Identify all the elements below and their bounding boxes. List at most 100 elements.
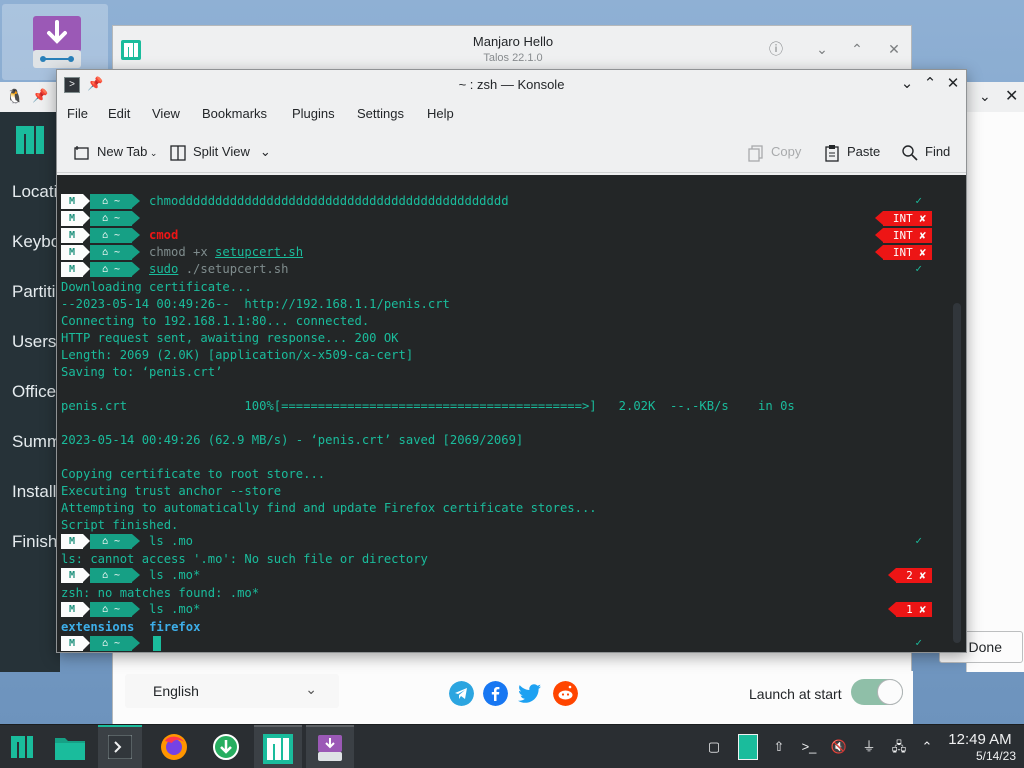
maximize-icon[interactable]: ⌃ [848,40,866,58]
chevron-down-icon: ⌄ [305,681,317,697]
manjaro-prompt-icon: M [61,568,83,583]
manjaro-logo-icon [16,126,44,154]
reddit-icon[interactable] [553,681,578,706]
clock-date[interactable]: 5/14/23 [944,749,1016,763]
usb-icon[interactable]: ⏚ [860,738,878,756]
task-konsole[interactable] [98,725,142,768]
pin-icon[interactable]: 📌 [32,88,48,104]
paste-icon [825,144,839,162]
installer-step-office[interactable]: Office [12,382,56,402]
output-line: Connecting to 192.168.1.1:80... connecte… [61,314,370,328]
find-button[interactable]: Find [901,142,950,164]
status-error: 2 ✘ [888,568,932,583]
installer-step-install[interactable]: Install [12,482,56,502]
prompt-dir: ⌂ ~ [90,228,132,243]
prompt-dir: ⌂ ~ [90,636,132,651]
task-firefox[interactable] [152,725,196,768]
manjaro-logo-icon [11,736,33,758]
output-line: Copying certificate to root store... [61,467,326,481]
manjaro-prompt-icon: M [61,245,83,260]
command-text: sudo ./setupcert.sh [149,262,289,276]
show-desktop-icon[interactable]: ▢ [705,738,723,756]
info-icon[interactable]: ⓘ [767,40,785,58]
menu-view[interactable]: View [152,106,180,121]
chevron-down-icon[interactable]: ⌄ [979,88,991,105]
status-error: 1 ✘ [888,602,932,617]
split-view-button[interactable]: Split View ⌄ [169,142,271,164]
task-file-manager[interactable] [48,725,92,768]
terminal-view[interactable]: M ⌂ ~ chmodddddddddddddddddddddddddddddd… [57,175,966,652]
chevron-down-icon: ⌄ [259,144,271,159]
command-text: ls .mo* [149,602,201,616]
facebook-icon[interactable] [483,681,508,706]
task-software-update[interactable] [204,725,248,768]
menu-settings[interactable]: Settings [357,106,404,121]
minimize-icon[interactable]: ⌄ [813,40,831,58]
terminal-cursor [153,636,161,651]
volume-muted-icon[interactable]: 🔇 [830,738,848,756]
download-icon [213,734,239,760]
paste-button[interactable]: Paste [823,142,880,164]
close-icon[interactable]: ✕ [944,75,962,93]
new-tab-label: New Tab [97,144,148,159]
clipboard-icon[interactable] [738,734,758,760]
menu-file[interactable]: File [67,106,88,121]
manjaro-prompt-icon: M [61,194,83,209]
taskbar: ▢ ⇧ >_ 🔇 ⏚ 🖧 ⌃ 12:49 AM 5/14/23 [0,724,1024,768]
output-line: Saving to: ‘penis.crt’ [61,365,223,379]
language-value: English [153,683,199,699]
network-icon[interactable]: 🖧 [890,738,908,756]
menu-plugins[interactable]: Plugins [292,106,335,121]
menu-help[interactable]: Help [427,106,454,121]
hello-footer: English ⌄ Launch at start [113,671,913,725]
toggle-knob [877,679,903,705]
manjaro-prompt-icon: M [61,228,83,243]
task-installer[interactable] [306,725,354,768]
terminal-tray-icon[interactable]: >_ [800,738,818,756]
find-label: Find [925,144,951,159]
command-text: chmodddddddddddddddddddddddddddddddddddd… [149,194,509,208]
installer-step-finish[interactable]: Finish [12,532,57,552]
output-line: Executing trust anchor --store [61,484,282,498]
update-icon[interactable]: ⇧ [770,738,788,756]
konsole-window: > 📌 ~ : zsh — Konsole ⌄ ⌃ ✕ File Edit Vi… [56,69,967,653]
clock-time[interactable]: 12:49 AM [944,731,1016,748]
output-line: Length: 2069 (2.0K) [application/x-x509-… [61,348,414,362]
hello-title: Manjaro Hello [472,34,554,49]
new-tab-button[interactable]: New Tab ⌄ [73,142,157,164]
command-text: ls .mo* [149,568,201,582]
installer-step-users[interactable]: Users [12,332,56,352]
prompt-dir: ⌂ ~ [90,534,132,549]
twitter-icon[interactable] [518,681,543,706]
copy-label: Copy [771,144,802,159]
output-line: zsh: no matches found: .mo* [61,586,260,600]
menu-edit[interactable]: Edit [108,106,130,121]
app-launcher-button[interactable] [0,725,44,768]
output-line: Attempting to automatically find and upd… [61,501,597,515]
launch-at-start-toggle[interactable] [851,679,903,705]
right-window-titlebar: ⌄ ✕ [967,82,1024,112]
package-install-icon [33,16,81,68]
chevron-down-icon: ⌄ [147,148,158,158]
hello-version: Talos 22.1.0 [483,52,543,64]
prompt-dir: ⌂ ~ [90,262,132,277]
menu-bookmarks[interactable]: Bookmarks [202,106,267,121]
terminal-scrollbar[interactable] [953,303,961,643]
split-view-icon [170,144,186,161]
chevron-up-icon[interactable]: ⌃ [918,738,936,756]
manjaro-hello-icon [263,734,293,764]
copy-button[interactable]: Copy [747,142,801,164]
output-line: extensions firefox [61,620,201,634]
close-icon[interactable]: ✕ [1005,86,1018,106]
maximize-icon[interactable]: ⌃ [921,75,939,93]
output-line: HTTP request sent, awaiting response... … [61,331,399,345]
task-manjaro-hello[interactable] [254,725,302,768]
search-icon [902,144,918,161]
minimize-icon[interactable]: ⌄ [898,75,916,93]
close-icon[interactable]: ✕ [885,40,903,58]
language-select[interactable]: English ⌄ [125,674,339,708]
manjaro-prompt-icon: M [61,211,83,226]
installer-titlebar: 🐧 📌 [0,82,60,112]
telegram-icon[interactable] [449,681,474,706]
output-line: Downloading certificate... [61,280,252,294]
